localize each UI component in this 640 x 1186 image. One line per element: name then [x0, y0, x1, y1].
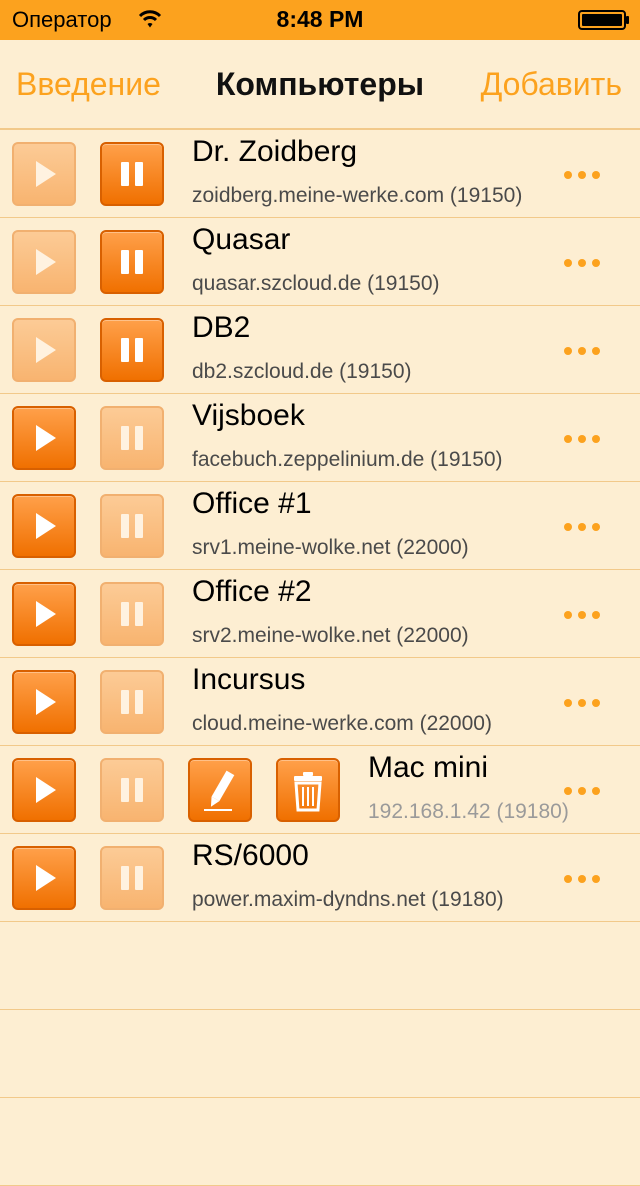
ellipsis-icon[interactable] [562, 872, 602, 886]
ellipsis-icon[interactable] [562, 256, 602, 270]
empty-row [0, 1098, 640, 1186]
computer-name: DB2 [192, 311, 251, 344]
play-icon [36, 777, 56, 803]
pause-icon [121, 250, 143, 274]
start-button[interactable] [12, 494, 76, 558]
computer-host: quasar.szcloud.de (19150) [192, 272, 440, 295]
pause-button[interactable] [100, 406, 164, 470]
pause-icon [121, 426, 143, 450]
start-button[interactable] [12, 230, 76, 294]
start-button[interactable] [12, 670, 76, 734]
status-time: 8:48 PM [276, 6, 364, 32]
play-icon [36, 865, 56, 891]
ellipsis-icon[interactable] [562, 784, 602, 798]
computer-host: facebuch.zeppelinium.de (19150) [192, 448, 503, 471]
computer-row[interactable]: Office #1 srv1.meine-wolke.net (22000) [0, 482, 640, 570]
edit-button[interactable] [188, 758, 252, 822]
pause-icon [121, 690, 143, 714]
computer-name: Quasar [192, 223, 291, 256]
pause-button[interactable] [100, 318, 164, 382]
pause-button[interactable] [100, 582, 164, 646]
pause-button[interactable] [100, 494, 164, 558]
pause-button[interactable] [100, 230, 164, 294]
computer-host: srv1.meine-wolke.net (22000) [192, 536, 469, 559]
computer-name: RS/6000 [192, 839, 309, 872]
intro-button[interactable]: Введение [16, 66, 161, 103]
play-icon [36, 689, 56, 715]
computer-name: Office #2 [192, 575, 312, 608]
ellipsis-icon[interactable] [562, 520, 602, 534]
computer-row[interactable]: Mac mini 192.168.1.42 (19180) [0, 746, 640, 834]
start-button[interactable] [12, 846, 76, 910]
status-bar: Оператор 8:48 PM [0, 0, 640, 40]
play-icon [36, 513, 56, 539]
computer-name: Office #1 [192, 487, 312, 520]
pause-icon [121, 602, 143, 626]
start-button[interactable] [12, 318, 76, 382]
computer-row[interactable]: Dr. Zoidberg zoidberg.meine-werke.com (19… [0, 130, 640, 218]
computer-list: Dr. Zoidberg zoidberg.meine-werke.com (19… [0, 130, 640, 1186]
play-icon [36, 249, 56, 275]
navigation-bar: Введение Компьютеры Добавить [0, 40, 640, 130]
delete-button[interactable] [276, 758, 340, 822]
computer-row[interactable]: RS/6000 power.maxim-dyndns.net (19180) [0, 834, 640, 922]
computer-host: zoidberg.meine-werke.com (19150) [192, 184, 523, 207]
start-button[interactable] [12, 142, 76, 206]
ellipsis-icon[interactable] [562, 168, 602, 182]
computer-host: db2.szcloud.de (19150) [192, 360, 412, 383]
pause-icon [121, 866, 143, 890]
computer-host: cloud.meine-werke.com (22000) [192, 712, 492, 735]
computer-host: power.maxim-dyndns.net (19180) [192, 888, 504, 911]
battery-icon [578, 10, 629, 30]
ellipsis-icon[interactable] [562, 608, 602, 622]
pencil-icon [204, 770, 235, 811]
pause-icon [121, 338, 143, 362]
computer-row[interactable]: Office #2 srv2.meine-wolke.net (22000) [0, 570, 640, 658]
pause-icon [121, 778, 143, 802]
start-button[interactable] [12, 758, 76, 822]
computer-name: Mac mini [368, 751, 489, 784]
computer-name: Vijsboek [192, 399, 305, 432]
computer-host: srv2.meine-wolke.net (22000) [192, 624, 469, 647]
ellipsis-icon[interactable] [562, 432, 602, 446]
ellipsis-icon[interactable] [562, 696, 602, 710]
trash-icon [294, 772, 322, 812]
play-icon [36, 601, 56, 627]
computer-host: 192.168.1.42 (19180) [368, 800, 569, 823]
computer-row[interactable]: DB2 db2.szcloud.de (19150) [0, 306, 640, 394]
computer-name: Dr. Zoidberg [192, 135, 358, 168]
pause-icon [121, 162, 143, 186]
start-button[interactable] [12, 406, 76, 470]
computer-row[interactable]: Incursus cloud.meine-werke.com (22000) [0, 658, 640, 746]
pause-button[interactable] [100, 846, 164, 910]
pause-icon [121, 514, 143, 538]
computer-row[interactable]: Quasar quasar.szcloud.de (19150) [0, 218, 640, 306]
play-icon [36, 425, 56, 451]
empty-row [0, 922, 640, 1010]
pause-button[interactable] [100, 758, 164, 822]
pause-button[interactable] [100, 670, 164, 734]
computer-row[interactable]: Vijsboek facebuch.zeppelinium.de (19150) [0, 394, 640, 482]
play-icon [36, 337, 56, 363]
play-icon [36, 161, 56, 187]
computer-name: Incursus [192, 663, 306, 696]
empty-row [0, 1010, 640, 1098]
add-button[interactable]: Добавить [481, 66, 622, 103]
pause-button[interactable] [100, 142, 164, 206]
ellipsis-icon[interactable] [562, 344, 602, 358]
start-button[interactable] [12, 582, 76, 646]
